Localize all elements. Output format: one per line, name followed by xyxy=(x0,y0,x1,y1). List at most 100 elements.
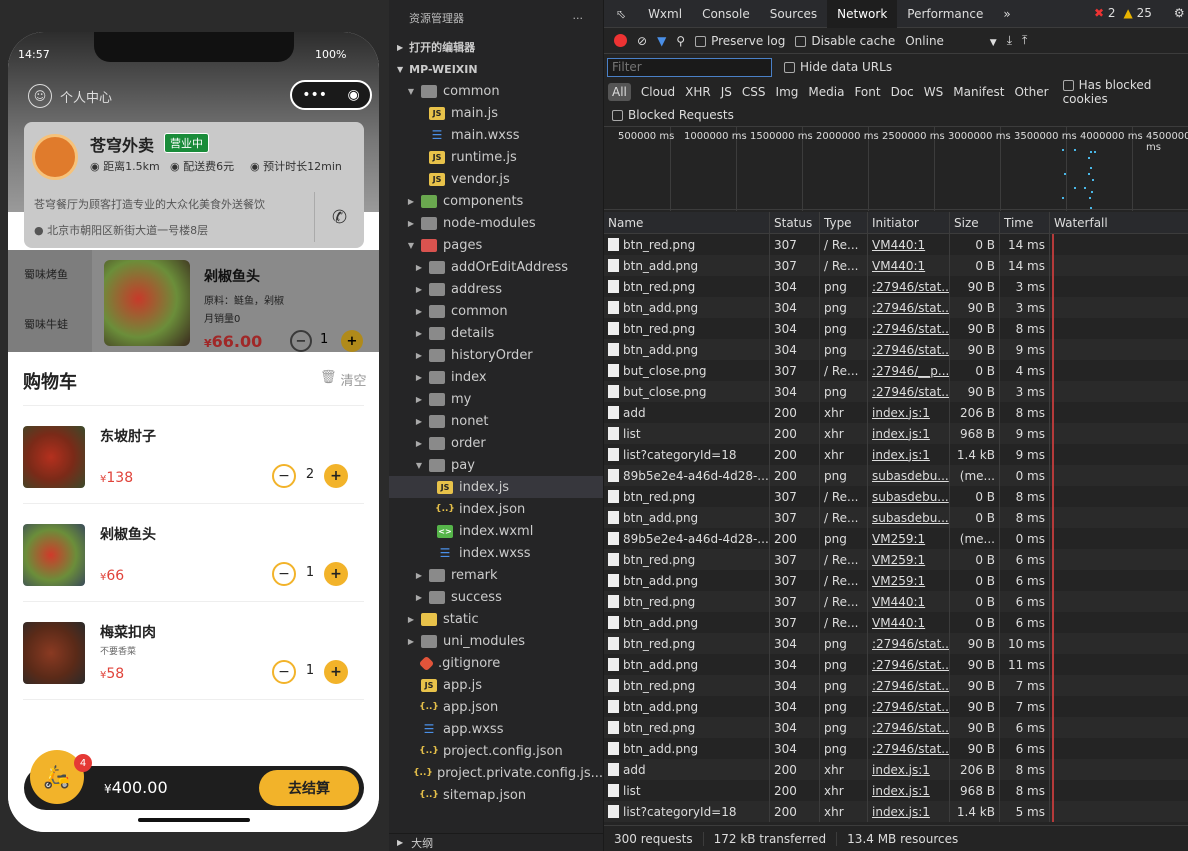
request-initiator[interactable]: :27946/stat... xyxy=(868,339,950,360)
tree-item[interactable]: JS vendor.js xyxy=(389,168,603,190)
request-initiator[interactable]: :27946/stat... xyxy=(868,276,950,297)
column-time[interactable]: Time xyxy=(1000,212,1050,234)
table-row[interactable]: btn_add.png 307/ Re... VM440:1 0 B 14 ms xyxy=(604,255,1188,276)
tree-item[interactable]: {..} project.private.config.js... xyxy=(389,762,603,784)
tree-item[interactable]: ☰ main.wxss xyxy=(389,124,603,146)
request-initiator[interactable]: :27946/stat... xyxy=(868,696,950,717)
call-shop-button[interactable]: ✆ xyxy=(314,192,364,242)
tree-item[interactable]: JS index.js xyxy=(389,476,603,498)
throttle-select[interactable]: Online ▼ xyxy=(905,34,996,48)
tree-item[interactable]: {..} sitemap.json xyxy=(389,784,603,806)
tree-item[interactable]: ▶ index xyxy=(389,366,603,388)
download-icon[interactable]: ⤒ xyxy=(1022,33,1027,48)
more-tabs-icon[interactable]: » xyxy=(993,0,1020,28)
column-size[interactable]: Size xyxy=(950,212,1000,234)
inspect-icon[interactable]: ⬁ xyxy=(604,0,638,28)
table-row[interactable]: list 200 xhr index.js:1 968 B8 ms xyxy=(604,780,1188,801)
dish-plus-button[interactable]: + xyxy=(341,330,363,352)
request-initiator[interactable]: VM259:1 xyxy=(868,549,950,570)
column-waterfall[interactable]: Waterfall xyxy=(1050,212,1188,234)
table-row[interactable]: btn_add.png 307/ Re... subasdebu... 0 B8 ms xyxy=(604,507,1188,528)
outline-section[interactable]: ▶ 大纲 xyxy=(389,833,603,851)
tree-item[interactable]: ▶ success xyxy=(389,586,603,608)
tree-item[interactable]: JS runtime.js xyxy=(389,146,603,168)
request-initiator[interactable]: :27946/stat... xyxy=(868,381,950,402)
type-filter-js[interactable]: JS xyxy=(721,85,732,99)
request-initiator[interactable]: VM259:1 xyxy=(868,570,950,591)
tree-item[interactable]: {..} index.json xyxy=(389,498,603,520)
tree-item[interactable]: ▶ order xyxy=(389,432,603,454)
table-row[interactable]: 89b5e2e4-a46d-4d28-... 200 png subasdebu...… xyxy=(604,465,1188,486)
tree-item[interactable]: ▶ node-modules xyxy=(389,212,603,234)
filter-input[interactable] xyxy=(607,57,772,77)
request-initiator[interactable]: :27946/stat... xyxy=(868,297,950,318)
project-section[interactable]: ▼ MP-WEIXIN xyxy=(389,58,603,80)
hide-data-urls-checkbox[interactable]: Hide data URLs xyxy=(784,60,892,74)
request-initiator[interactable]: :27946/stat... xyxy=(868,738,950,759)
tree-item[interactable]: {..} app.json xyxy=(389,696,603,718)
blocked-cookies-checkbox[interactable]: Has blocked cookies xyxy=(1062,78,1188,106)
request-initiator[interactable]: index.js:1 xyxy=(868,780,950,801)
table-row[interactable]: 89b5e2e4-a46d-4d28-... 200 png VM259:1 (me..… xyxy=(604,528,1188,549)
tree-item[interactable]: ▶ addOrEditAddress xyxy=(389,256,603,278)
user-center-link[interactable]: ☺ 个人中心 xyxy=(28,84,112,108)
column-status[interactable]: Status xyxy=(770,212,820,234)
dish-minus-button[interactable]: − xyxy=(290,330,312,352)
column-name[interactable]: Name xyxy=(604,212,770,234)
request-initiator[interactable]: :27946/stat... xyxy=(868,675,950,696)
request-initiator[interactable]: :27946/stat... xyxy=(868,318,950,339)
settings-gear-icon[interactable]: ⚙ xyxy=(1174,6,1185,20)
request-initiator[interactable]: :27946/stat... xyxy=(868,717,950,738)
open-editors-section[interactable]: ▶ 打开的编辑器 xyxy=(389,36,603,58)
disable-cache-checkbox[interactable]: Disable cache xyxy=(795,34,895,48)
table-row[interactable]: btn_add.png 307/ Re... VM440:1 0 B6 ms xyxy=(604,612,1188,633)
column-type[interactable]: Type xyxy=(820,212,868,234)
tree-item[interactable]: JS app.js xyxy=(389,674,603,696)
table-row[interactable]: btn_red.png 304 png:27946/stat... 90 B7 ms xyxy=(604,675,1188,696)
tree-item[interactable]: ▶ common xyxy=(389,300,603,322)
request-initiator[interactable]: subasdebu... xyxy=(868,507,950,528)
column-initiator[interactable]: Initiator xyxy=(868,212,950,234)
request-initiator[interactable]: VM440:1 xyxy=(868,591,950,612)
filter-icon[interactable]: ▼ xyxy=(657,34,666,48)
request-initiator[interactable]: subasdebu... xyxy=(868,486,950,507)
close-target-icon[interactable]: ◉ xyxy=(348,87,360,103)
preserve-log-checkbox[interactable]: Preserve log xyxy=(695,34,785,48)
tree-item[interactable]: ▼ pages xyxy=(389,234,603,256)
tree-item[interactable]: ▼ pay xyxy=(389,454,603,476)
type-filter-xhr[interactable]: XHR xyxy=(685,85,711,99)
request-initiator[interactable]: :27946/stat... xyxy=(868,633,950,654)
type-filter-cloud[interactable]: Cloud xyxy=(641,85,675,99)
table-row[interactable]: btn_red.png 304 png:27946/stat... 90 B8 ms xyxy=(604,318,1188,339)
type-filter-doc[interactable]: Doc xyxy=(891,85,914,99)
network-overview-timeline[interactable]: 500000 ms 1000000 ms 1500000 ms 2000000 ms 2… xyxy=(604,126,1188,211)
more-actions-icon[interactable]: ··· xyxy=(573,12,584,25)
request-initiator[interactable]: :27946/stat... xyxy=(868,654,950,675)
tab-console[interactable]: Console xyxy=(692,0,760,28)
table-row[interactable]: btn_add.png 304 png:27946/stat... 90 B 11 ms xyxy=(604,654,1188,675)
request-initiator[interactable]: VM440:1 xyxy=(868,612,950,633)
record-icon[interactable] xyxy=(614,34,627,47)
table-row[interactable]: btn_red.png 307/ Re... subasdebu... 0 B8 ms xyxy=(604,486,1188,507)
table-row[interactable]: btn_add.png 304 png:27946/stat... 90 B6 ms xyxy=(604,738,1188,759)
tree-item[interactable]: ☰ app.wxss xyxy=(389,718,603,740)
type-filter-other[interactable]: Other xyxy=(1014,85,1048,99)
cart-item-plus-button[interactable]: + xyxy=(324,660,348,684)
request-initiator[interactable]: VM440:1 xyxy=(868,255,950,276)
type-filter-ws[interactable]: WS xyxy=(924,85,943,99)
table-row[interactable]: but_close.png 307/ Re...:27946/__p... 0 B4… xyxy=(604,360,1188,381)
request-initiator[interactable]: :27946/__p... xyxy=(868,360,950,381)
tree-item[interactable]: ▶ my xyxy=(389,388,603,410)
request-initiator[interactable]: subasdebu... xyxy=(868,465,950,486)
tree-item[interactable]: ▶ components xyxy=(389,190,603,212)
tab-performance[interactable]: Performance xyxy=(897,0,993,28)
tab-sources[interactable]: Sources xyxy=(760,0,827,28)
request-initiator[interactable]: VM440:1 xyxy=(868,234,950,255)
cart-item-minus-button[interactable]: − xyxy=(272,464,296,488)
tree-item[interactable]: <> index.wxml xyxy=(389,520,603,542)
tab-network[interactable]: Network xyxy=(827,0,898,28)
type-filter-font[interactable]: Font xyxy=(854,85,880,99)
tab-wxml[interactable]: Wxml xyxy=(638,0,692,28)
table-row[interactable]: list?categoryId=18 200 xhr index.js:1 1.4 kB… xyxy=(604,801,1188,822)
tree-item[interactable]: ▶ nonet xyxy=(389,410,603,432)
